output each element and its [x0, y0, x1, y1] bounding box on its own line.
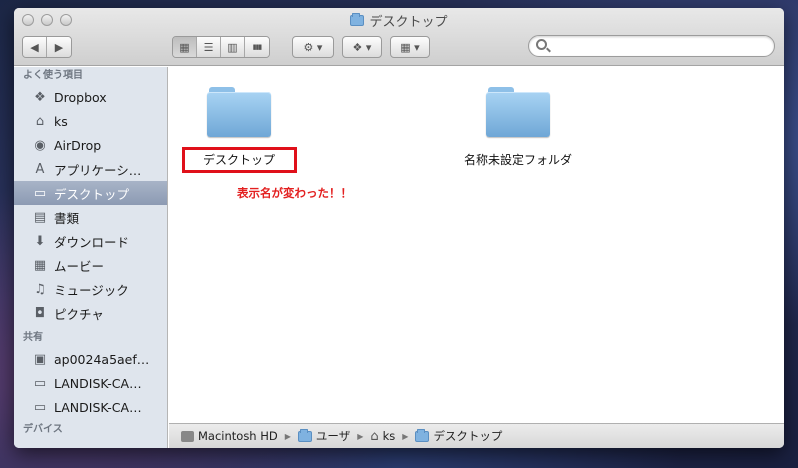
hard-drive-icon — [181, 430, 194, 442]
sidebar-item-icon: ❖ — [34, 89, 46, 105]
dropbox-icon: ❖ ▾ — [352, 40, 372, 54]
dropbox-button[interactable]: ❖ ▾ — [342, 36, 382, 58]
sidebar-item-icon: ⬇ — [34, 233, 46, 249]
sidebar-item-label: ks — [54, 113, 68, 129]
shared-item[interactable]: ▣ ap0024a5aef… — [14, 347, 167, 371]
search-icon — [536, 39, 547, 50]
chevron-left-icon: ◀ — [30, 40, 39, 54]
sidebar-item-icon: ◉ — [34, 137, 46, 153]
path-label: ユーザ — [315, 429, 351, 443]
path-segment-home[interactable]: ⌂ ks — [370, 429, 395, 444]
window-title: デスクトップ — [14, 11, 784, 30]
sidebar-item-icon: ▦ — [33, 257, 47, 273]
home-icon: ⌂ — [370, 428, 379, 444]
path-label: ks — [382, 429, 396, 443]
sidebar-item-icon: ▭ — [33, 399, 47, 415]
back-button[interactable]: ◀ — [23, 37, 47, 57]
back-forward-control: ◀ ▶ — [22, 36, 72, 58]
sidebar-item-label: LANDISK-CA… — [54, 375, 142, 391]
sidebar-item-label: 書類 — [54, 210, 80, 226]
folder-icon — [207, 87, 271, 137]
path-segment-desktop[interactable]: デスクトップ — [415, 428, 502, 444]
sidebar-item-label: ap0024a5aef… — [54, 351, 150, 367]
arrange-icon: ▦ ▾ — [400, 40, 420, 54]
shared-list: ▣ ap0024a5aef… ▭ LANDISK-CA… ▭ LANDISK-CA… — [14, 347, 167, 419]
favorites-item[interactable]: ⌂ ks — [14, 109, 167, 133]
path-segment-hd[interactable]: Macintosh HD — [181, 429, 278, 443]
path-separator: ▶ — [402, 431, 409, 441]
gear-icon: ⚙ ▾ — [303, 40, 323, 54]
shared-item[interactable]: ▭ LANDISK-CA… — [14, 371, 167, 395]
view-mode-control: ▦ ☰ ▥ ▮▮▮ — [172, 36, 270, 58]
sidebar-item-label: ミュージック — [54, 282, 129, 298]
chevron-right-icon: ▶ — [54, 40, 64, 54]
sidebar: よく使う項目 ❖ Dropbox ⌂ ks ◉ AirDrop A アプリケーシ… ▭ デスクトッ… — [14, 67, 168, 448]
forward-button[interactable]: ▶ — [47, 37, 71, 57]
path-label: デスクトップ — [433, 429, 503, 443]
path-segment-users[interactable]: ユーザ — [297, 428, 351, 444]
sidebar-header-favorites: よく使う項目 — [23, 70, 83, 81]
favorites-item[interactable]: ▦ ムービー — [14, 253, 167, 277]
sidebar-header-shared: 共有 — [23, 332, 43, 343]
favorites-item[interactable]: ▤ 書類 — [14, 205, 167, 229]
sidebar-item-icon: ♫ — [34, 281, 46, 297]
sidebar-item-icon: A — [35, 161, 45, 177]
folder-icon — [486, 87, 550, 137]
folder-label: 名称未設定フォルダ — [463, 153, 572, 167]
sidebar-item-icon: ▣ — [33, 351, 47, 367]
sidebar-item-label: AirDrop — [54, 137, 102, 153]
favorites-item[interactable]: ◉ AirDrop — [14, 133, 167, 157]
column-view-button[interactable]: ▥ — [221, 37, 245, 57]
sidebar-item-label: ムービー — [54, 258, 105, 274]
sidebar-header-devices: デバイス — [23, 424, 63, 435]
favorites-item[interactable]: ◘ ピクチャ — [14, 301, 167, 325]
sidebar-item-label: デスクトップ — [54, 186, 130, 202]
coverflow-view-button[interactable]: ▮▮▮ — [245, 37, 269, 57]
arrange-button[interactable]: ▦ ▾ — [390, 36, 430, 58]
sidebar-item-label: Dropbox — [54, 89, 107, 105]
sidebar-item-icon: ◘ — [34, 305, 46, 321]
sidebar-item-label: ダウンロード — [54, 234, 130, 250]
path-label: Macintosh HD — [198, 429, 278, 443]
red-highlight-box — [182, 147, 297, 173]
favorites-item[interactable]: A アプリケーシ… — [14, 157, 167, 181]
window-title-text: デスクトップ — [369, 15, 448, 30]
action-button[interactable]: ⚙ ▾ — [292, 36, 334, 58]
search-field[interactable] — [528, 35, 775, 57]
icon-view-button[interactable]: ▦ — [173, 37, 197, 57]
finder-window: デスクトップ ◀ ▶ ▦ ☰ ▥ ▮▮▮ ⚙ ▾ ❖ ▾ ▦ ▾ よく使う項目 … — [14, 8, 784, 448]
column-view-icon: ▥ — [227, 40, 238, 54]
path-bar: Macintosh HD ▶ ユーザ ▶ ⌂ ks ▶ デスクトップ — [169, 423, 784, 448]
favorites-list: ❖ Dropbox ⌂ ks ◉ AirDrop A アプリケーシ… ▭ デスクトップ ▤ 書類 ⬇ ダウ… — [14, 85, 167, 325]
path-separator: ▶ — [284, 431, 291, 441]
favorites-item[interactable]: ⬇ ダウンロード — [14, 229, 167, 253]
coverflow-icon: ▮▮▮ — [252, 43, 263, 51]
sidebar-item-label: LANDISK-CA… — [54, 399, 142, 415]
favorites-item[interactable]: ❖ Dropbox — [14, 85, 167, 109]
favorites-item[interactable]: ♫ ミュージック — [14, 277, 167, 301]
shared-item[interactable]: ▭ LANDISK-CA… — [14, 395, 167, 419]
path-separator: ▶ — [357, 431, 364, 441]
sidebar-item-icon: ▤ — [33, 209, 47, 225]
icon-view-icon: ▦ — [179, 40, 190, 54]
annotation-text: 表示名が変わった！！ — [237, 186, 352, 200]
file-browser: デスクトップ 表示名が変わった！！ 名称未設定フォルダ — [169, 67, 784, 423]
sidebar-item-icon: ▭ — [33, 185, 47, 201]
sidebar-item-label: ピクチャ — [54, 306, 104, 322]
sidebar-item-icon: ▭ — [33, 375, 47, 391]
list-view-button[interactable]: ☰ — [197, 37, 221, 57]
titlebar: デスクトップ ◀ ▶ ▦ ☰ ▥ ▮▮▮ ⚙ ▾ ❖ ▾ ▦ ▾ — [14, 8, 784, 66]
folder-icon — [297, 428, 312, 442]
sidebar-item-icon: ⌂ — [35, 113, 45, 129]
favorites-item[interactable]: ▭ デスクトップ — [14, 181, 167, 205]
sidebar-item-label: アプリケーシ… — [54, 162, 142, 178]
list-view-icon: ☰ — [203, 40, 214, 54]
folder-item-untitled[interactable]: 名称未設定フォルダ — [454, 87, 582, 168]
folder-icon — [350, 13, 365, 26]
folder-icon — [415, 428, 430, 442]
